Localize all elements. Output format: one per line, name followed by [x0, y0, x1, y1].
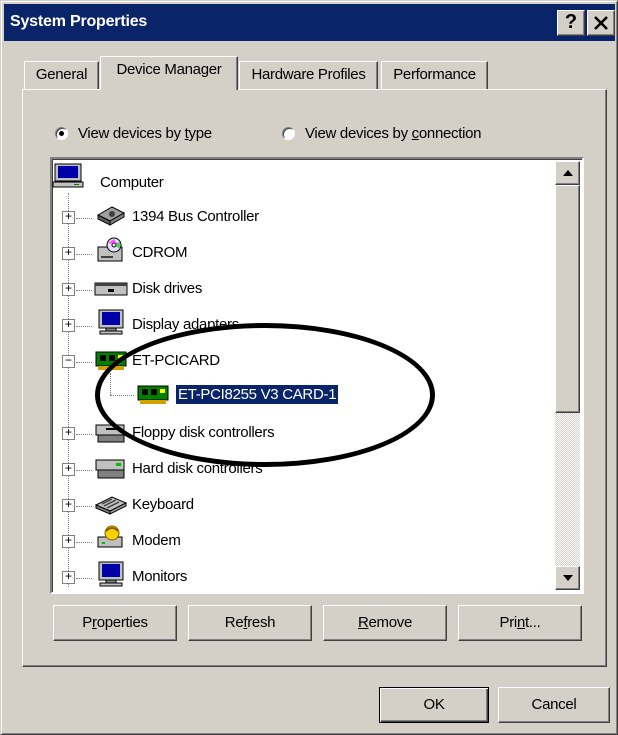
- tree-item-label: Display adapters: [132, 316, 239, 333]
- tree-item-label: Computer: [100, 174, 164, 191]
- tree-item-et-pcicard[interactable]: − ET-PCICARD: [52, 343, 352, 379]
- tree-item-label: Modem: [132, 532, 181, 549]
- pci-card-icon: [137, 385, 169, 404]
- close-icon: [594, 16, 608, 30]
- scroll-thumb[interactable]: [555, 185, 580, 413]
- tree-item-label: ET-PCI8255 V3 CARD-1: [174, 384, 340, 405]
- tree-item-label: ET-PCICARD: [132, 352, 220, 369]
- keyboard-icon: [94, 496, 128, 515]
- hard-disk-controller-icon: [95, 459, 125, 479]
- view-by-connection-label: View devices by connection: [305, 124, 482, 142]
- collapse-toggle[interactable]: −: [62, 355, 75, 368]
- properties-button[interactable]: Properties: [53, 605, 177, 641]
- tree-item-label: Keyboard: [132, 496, 194, 513]
- arrow-up-icon: [562, 170, 573, 176]
- view-by-connection-radio[interactable]: [282, 126, 295, 140]
- expand-toggle[interactable]: +: [62, 463, 75, 476]
- expand-toggle[interactable]: +: [62, 319, 75, 332]
- tree-item-label: Disk drives: [132, 280, 203, 297]
- device-tree[interactable]: Computer + 1394 Bus Controller + CDROM +…: [50, 157, 584, 594]
- arrow-down-icon: [562, 575, 573, 581]
- tree-item-monitors[interactable]: + Monitors: [52, 559, 352, 592]
- floppy-controller-icon: [95, 424, 125, 443]
- monitor-icon: [98, 561, 124, 587]
- disk-drive-icon: [94, 282, 128, 296]
- tree-item-cdrom[interactable]: + CDROM: [52, 235, 352, 271]
- scroll-up-button[interactable]: [555, 161, 580, 185]
- bus-controller-icon: [96, 206, 126, 226]
- view-by-type-label: View devices by type: [78, 124, 212, 142]
- computer-icon: [52, 163, 84, 188]
- tree-item-label: Floppy disk controllers: [132, 424, 275, 441]
- tree-item-label: CDROM: [132, 244, 188, 261]
- tree-item-label: Hard disk controllers: [132, 460, 263, 477]
- help-button[interactable]: ?: [557, 10, 585, 36]
- tab-hardware-profiles[interactable]: Hardware Profiles: [239, 61, 378, 89]
- tree-item-disk-drives[interactable]: + Disk drives: [52, 271, 352, 307]
- expand-toggle[interactable]: +: [62, 247, 75, 260]
- expand-toggle[interactable]: +: [62, 283, 75, 296]
- tree-item-modem[interactable]: + Modem: [52, 523, 352, 559]
- expand-toggle[interactable]: +: [62, 427, 75, 440]
- system-properties-window: System Properties ? General Device Manag…: [0, 0, 618, 735]
- expand-toggle[interactable]: +: [62, 571, 75, 584]
- tree-item-hard-disk-controllers[interactable]: + Hard disk controllers: [52, 451, 352, 487]
- tab-performance[interactable]: Performance: [381, 61, 488, 89]
- refresh-button[interactable]: Refresh: [188, 605, 312, 641]
- tree-item-1394-bus-controller[interactable]: + 1394 Bus Controller: [52, 199, 352, 235]
- remove-button[interactable]: Remove: [323, 605, 447, 641]
- display-adapter-icon: [98, 309, 124, 335]
- tree-item-et-pci8255-v3-card-1[interactable]: ET-PCI8255 V3 CARD-1: [52, 379, 392, 415]
- tree-scrollbar[interactable]: [555, 161, 580, 590]
- view-by-type-option[interactable]: View devices by type: [55, 123, 212, 143]
- tab-device-manager[interactable]: Device Manager: [100, 56, 238, 90]
- tree-item-floppy-disk-controllers[interactable]: + Floppy disk controllers: [52, 415, 352, 451]
- tree-item-label: Monitors: [132, 568, 188, 585]
- pci-card-icon: [95, 351, 127, 370]
- tree-item-computer[interactable]: Computer: [52, 163, 352, 199]
- view-by-connection-option[interactable]: View devices by connection: [282, 123, 482, 143]
- window-title: System Properties: [10, 13, 148, 30]
- title-bar[interactable]: System Properties ?: [4, 4, 615, 41]
- expand-toggle[interactable]: +: [62, 211, 75, 224]
- modem-icon: [97, 525, 123, 548]
- expand-toggle[interactable]: +: [62, 535, 75, 548]
- tree-item-display-adapters[interactable]: + Display adapters: [52, 307, 352, 343]
- scroll-down-button[interactable]: [555, 566, 580, 590]
- tab-general[interactable]: General: [24, 61, 99, 89]
- cdrom-icon: [97, 237, 123, 262]
- ok-button[interactable]: OK: [379, 687, 489, 723]
- cancel-button[interactable]: Cancel: [498, 687, 610, 723]
- tree-item-label: 1394 Bus Controller: [132, 208, 259, 225]
- expand-toggle[interactable]: +: [62, 499, 75, 512]
- print-button[interactable]: Print...: [458, 605, 582, 641]
- view-by-type-radio[interactable]: [55, 126, 68, 140]
- tree-item-keyboard[interactable]: + Keyboard: [52, 487, 352, 523]
- close-button[interactable]: [587, 10, 615, 36]
